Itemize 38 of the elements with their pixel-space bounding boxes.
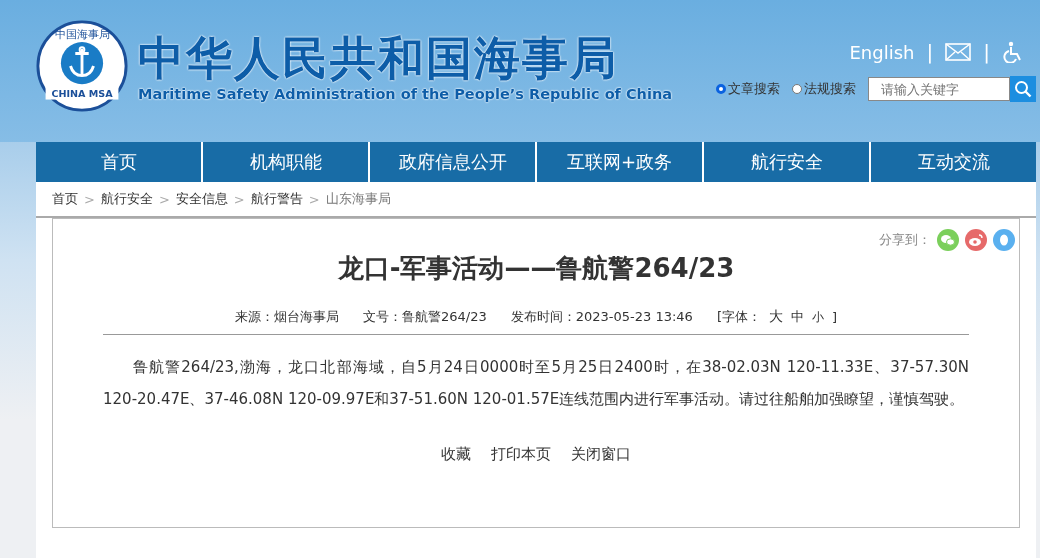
meta-info: 来源：烟台海事局 xyxy=(234,308,339,326)
action-link[interactable]: 打印本页 xyxy=(491,445,551,464)
breadcrumb-separator: > xyxy=(84,191,95,207)
action-link[interactable]: 收藏 xyxy=(441,445,471,464)
action-link[interactable]: 关闭窗口 xyxy=(571,445,631,464)
breadcrumb-link[interactable]: 山东海事局 xyxy=(325,190,391,208)
weibo-icon[interactable] xyxy=(965,229,987,251)
share-label: 分享到： xyxy=(879,231,931,249)
breadcrumb-separator: > xyxy=(233,191,245,207)
font-size-label: [字体： xyxy=(716,308,761,326)
meta-info: 文号：鲁航警264/23 xyxy=(362,308,487,326)
breadcrumb-link[interactable]: 安全信息 xyxy=(175,190,228,208)
mail-icon[interactable] xyxy=(945,43,972,61)
breadcrumb-separator: > xyxy=(308,191,320,207)
article-body: 鲁航警264/23,渤海，龙口北部海域，自5月24日0000时至5月25日2400时，在38-02.03N 120-11.33E、37-57.30N 120-20.47E、37-46.08N 120-09.97E和37-51.60N 120-01.57E连线范围内进行军事活动。请过往船舶加强瞭望，谨慎驾驶。 xyxy=(103,357,969,410)
font-size-link[interactable]: 大 xyxy=(768,308,783,326)
site-title: 中华人民共和国海事局 xyxy=(138,30,619,86)
wechat-icon[interactable] xyxy=(937,229,959,251)
search-type-radio[interactable]: 法规搜索 xyxy=(792,80,856,98)
breadcrumb-link[interactable]: 航行警告 xyxy=(250,190,303,208)
nav-item[interactable]: 首页 xyxy=(36,142,201,182)
breadcrumb-separator: > xyxy=(158,191,170,207)
font-size-link[interactable]: 小 xyxy=(811,308,824,326)
search-type-radio[interactable]: 文章搜索 xyxy=(716,80,780,98)
search-button[interactable] xyxy=(1010,76,1036,102)
meta-info: 发布时间：2023-05-23 13:46 xyxy=(510,308,693,326)
bracket: ] xyxy=(831,309,838,325)
logo-emblem[interactable]: 中国海事局 CHINA MSA xyxy=(36,20,128,112)
wheelchair-icon[interactable] xyxy=(1002,41,1022,63)
article-title: 龙口-军事活动——鲁航警264/23 xyxy=(336,252,736,285)
breadcrumb-link[interactable]: 首页 xyxy=(52,190,78,208)
separator: | xyxy=(926,40,934,64)
separator: | xyxy=(983,40,990,64)
search-field[interactable]: 请输入关键字 xyxy=(868,77,1010,101)
search-icon xyxy=(1014,80,1032,98)
font-size-link[interactable]: 中 xyxy=(790,308,804,326)
breadcrumb-link[interactable]: 航行安全 xyxy=(100,190,153,208)
site-subtitle: Maritime Safety Administration of the People’s Republic of China xyxy=(138,86,672,102)
